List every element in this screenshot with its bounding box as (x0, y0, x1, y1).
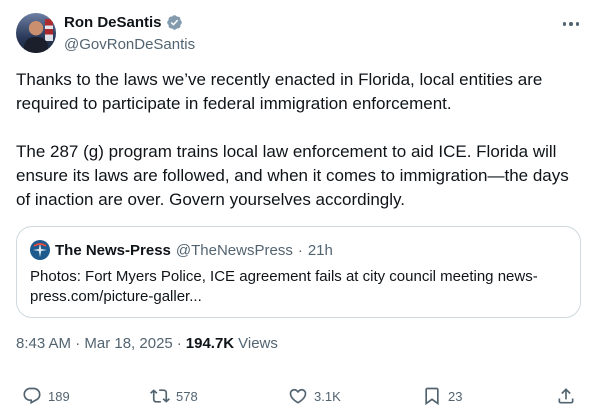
quoted-separator: · (297, 241, 303, 259)
more-dot (575, 22, 580, 26)
avatar-suit (24, 37, 48, 53)
reply-button[interactable]: 189 (22, 383, 70, 409)
author-name-row: Ron DeSantis (64, 14, 183, 31)
heart-icon (289, 388, 307, 404)
repost-count: 578 (176, 388, 198, 404)
avatar-flag (45, 19, 53, 41)
author-display-name[interactable]: Ron DeSantis (64, 14, 162, 31)
verified-badge-icon[interactable] (166, 14, 183, 31)
bookmark-button[interactable]: 23 (422, 383, 462, 409)
repost-icon (150, 389, 170, 403)
more-horizontal-icon[interactable] (560, 16, 582, 32)
tweet-timestamp[interactable]: 8:43 AM · Mar 18, 2025 (16, 335, 173, 352)
reply-count: 189 (48, 388, 70, 404)
tweet-paragraph: Thanks to the laws we’ve recently enacte… (16, 70, 543, 113)
bookmark-icon (425, 387, 439, 406)
quoted-tweet-text: Photos: Fort Myers Police, ICE agreement… (30, 268, 538, 305)
bookmark-count: 23 (448, 388, 463, 404)
tweet-meta: 8:43 AM · Mar 18, 2025 · 194.7K Views (16, 335, 278, 352)
views-count: 194.7K (185, 335, 235, 352)
avatar[interactable] (16, 13, 56, 53)
news-press-logo-icon (30, 240, 50, 260)
meta-separator: · (176, 335, 182, 352)
repost-button[interactable]: 578 (150, 383, 198, 409)
views-label: Views (238, 335, 278, 352)
tweet-paragraph: The 287 (g) program trains local law enf… (16, 142, 569, 209)
more-dot (562, 22, 567, 26)
quoted-tweet-header: The News-Press @TheNewsPress · 21h (30, 240, 333, 260)
more-dot (569, 22, 573, 26)
quoted-author-handle[interactable]: @TheNewsPress (176, 242, 293, 259)
reply-icon (23, 387, 41, 405)
share-button[interactable] (556, 383, 576, 409)
action-bar: 189 578 3.1K 23 (0, 383, 602, 409)
quoted-time[interactable]: 21h (308, 242, 333, 259)
quoted-author-name[interactable]: The News-Press (55, 242, 171, 259)
quoted-tweet[interactable]: The News-Press @TheNewsPress · 21h Photo… (16, 226, 581, 318)
tweet: Ron DeSantis @GovRonDeSantis Thanks to t… (0, 0, 602, 414)
like-count: 3.1K (314, 388, 341, 404)
share-icon (558, 388, 574, 404)
tweet-text: Thanks to the laws we’ve recently enacte… (16, 68, 586, 212)
author-handle[interactable]: @GovRonDeSantis (64, 36, 195, 53)
like-button[interactable]: 3.1K (288, 383, 341, 409)
